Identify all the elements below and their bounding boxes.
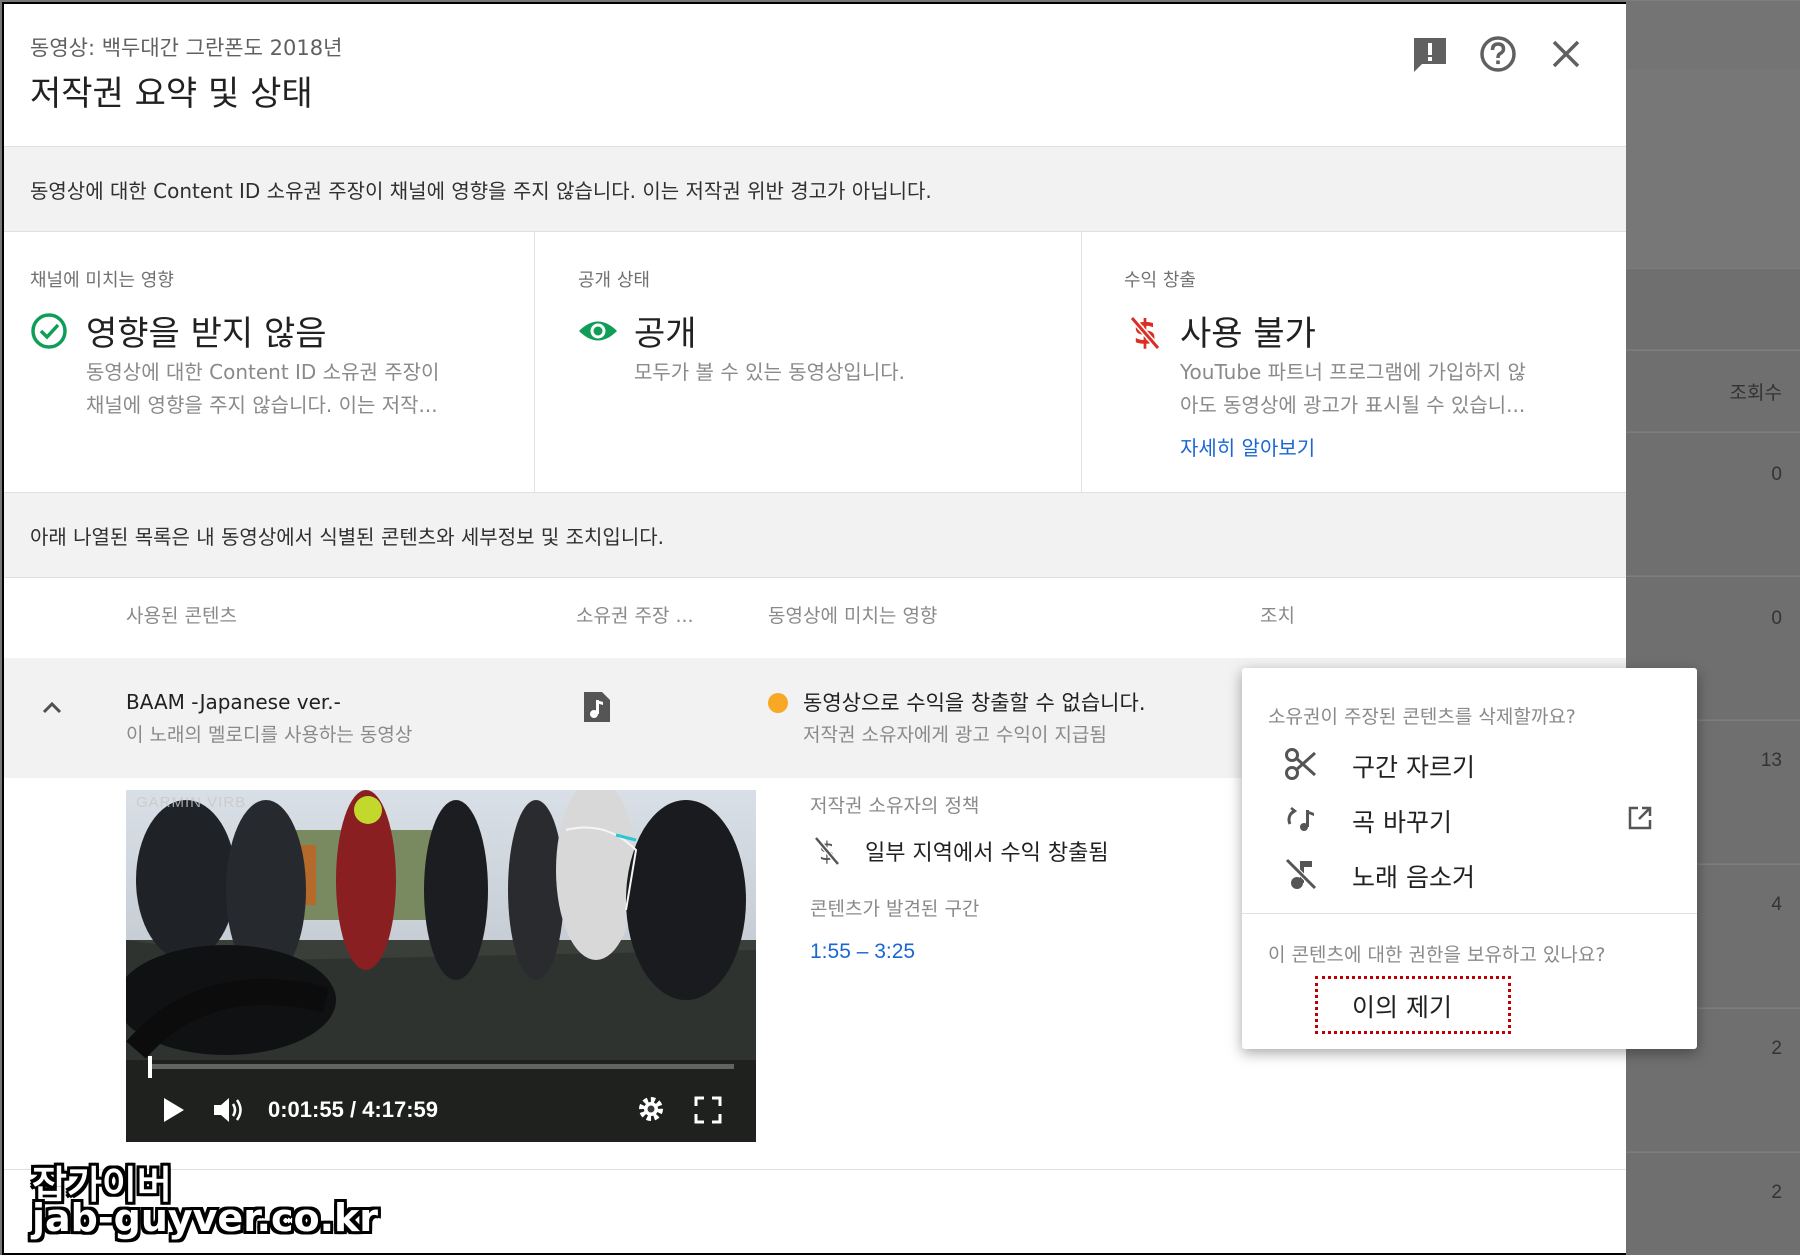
menu-item-label: 구간 자르기 [1352, 753, 1475, 782]
menu-item-mute-song[interactable]: 노래 음소거 [1242, 846, 1697, 900]
menu-item-label: 노래 음소거 [1352, 863, 1475, 892]
views-value: 13 [1760, 750, 1782, 771]
card-label: 공개 상태 [578, 270, 650, 291]
card-desc: 아도 동영상에 광고가 표시될 수 있습니... [1180, 393, 1526, 417]
visibility-card: 공개 상태 공개 모두가 볼 수 있는 동영상입니다. [535, 232, 1081, 492]
menu-item-trim[interactable]: 구간 자르기 [1242, 736, 1697, 790]
no-money-icon: $ [1128, 312, 1162, 353]
music-file-icon [582, 690, 612, 724]
dialog-title: 저작권 요약 및 상태 [30, 74, 313, 114]
play-icon[interactable] [162, 1096, 186, 1124]
views-value: 2 [1771, 1182, 1782, 1203]
card-desc: 채널에 영향을 주지 않습니다. 이는 저작... [86, 393, 438, 417]
list-intro-banner: 아래 나열된 목록은 내 동영상에서 식별된 콘텐츠와 세부정보 및 조치입니다… [4, 492, 1626, 578]
time-display: 0:01:55 / 4:17:59 [268, 1097, 438, 1122]
header-action: 조치 [1260, 605, 1295, 627]
video-watermark: GARMIN VIRB [136, 794, 247, 811]
menu-divider [1242, 913, 1697, 914]
views-value: 4 [1771, 894, 1782, 915]
settings-gear-icon[interactable] [636, 1094, 666, 1124]
open-external-icon [1627, 805, 1653, 831]
policy-value: 일부 지역에서 수익 창출됨 [865, 841, 1109, 866]
channel-impact-card: 채널에 미치는 영향 영향을 받지 않음 동영상에 대한 Content ID … [4, 232, 534, 492]
bg-row [1622, 432, 1800, 575]
views-value: 2 [1771, 1038, 1782, 1059]
bg-band [1622, 268, 1800, 349]
help-icon[interactable] [1478, 34, 1518, 74]
monetization-card: 수익 창출 $ 사용 불가 YouTube 파트너 프로그램에 가입하지 않 아… [1082, 232, 1626, 492]
card-title: 사용 불가 [1180, 314, 1316, 354]
card-label: 수익 창출 [1124, 270, 1196, 291]
menu-item-replace-song[interactable]: 곡 바꾸기 [1242, 791, 1697, 845]
card-desc: 동영상에 대한 Content ID 소유권 주장이 [86, 360, 440, 384]
dispute-button[interactable]: 이의 제기 [1315, 976, 1511, 1034]
found-range-label: 콘텐츠가 발견된 구간 [810, 898, 980, 920]
header-content: 사용된 콘텐츠 [126, 605, 237, 627]
action-menu: 소유권이 주장된 콘텐츠를 삭제할까요? 구간 자르기 곡 바꾸기 노래 음소거… [1242, 668, 1697, 1049]
content-subtitle: 이 노래의 멜로디를 사용하는 동영상 [126, 724, 413, 746]
bg-header [1622, 0, 1800, 69]
header-impact: 동영상에 미치는 영향 [768, 605, 938, 627]
copyright-dialog: 동영상: 백두대간 그란폰도 2018년 저작권 요약 및 상태 동영상에 대한… [2, 2, 1626, 1255]
found-range-link[interactable]: 1:55 – 3:25 [810, 940, 915, 964]
notice-text: 동영상에 대한 Content ID 소유권 주장이 채널에 영향을 주지 않습… [30, 179, 932, 203]
card-desc: 모두가 볼 수 있는 동영상입니다. [634, 360, 905, 384]
music-off-icon [1284, 857, 1318, 891]
close-icon[interactable] [1546, 34, 1586, 74]
status-dot [768, 693, 788, 713]
card-title: 공개 [634, 314, 697, 354]
views-value: 0 [1771, 608, 1782, 629]
learn-more-link[interactable]: 자세히 알아보기 [1180, 432, 1315, 461]
check-circle-icon [30, 312, 68, 350]
video-player[interactable]: GARMIN VIRB 0:01:55 / 4:17:59 [126, 790, 756, 1142]
video-frame [126, 790, 756, 1142]
partial-money-icon: $ [814, 834, 840, 867]
policy-label: 저작권 소유자의 정책 [810, 795, 980, 817]
menu-item-label: 곡 바꾸기 [1352, 808, 1452, 837]
feedback-icon[interactable] [1410, 34, 1450, 74]
chevron-up-icon[interactable] [38, 694, 66, 722]
volume-icon[interactable] [212, 1096, 246, 1124]
rights-question: 이 콘텐츠에 대한 권한을 보유하고 있나요? [1268, 944, 1606, 966]
content-title: BAAM -Japanese ver.- [126, 690, 341, 714]
eye-icon [577, 316, 619, 346]
fullscreen-icon[interactable] [694, 1096, 722, 1124]
header-claim: 소유권 주장 ... [576, 605, 694, 627]
delete-question: 소유권이 주장된 콘텐츠를 삭제할까요? [1268, 706, 1576, 728]
scissors-icon [1284, 747, 1318, 781]
notice-banner: 동영상에 대한 Content ID 소유권 주장이 채널에 영향을 주지 않습… [4, 146, 1626, 232]
impact-subtitle: 저작권 소유자에게 광고 수익이 지급됨 [803, 724, 1107, 746]
progress-bar[interactable] [148, 1056, 734, 1078]
blog-watermark-url: jab-guyver.co.kr [32, 1196, 379, 1240]
views-value: 0 [1771, 464, 1782, 485]
impact-title: 동영상으로 수익을 창출할 수 없습니다. [803, 691, 1146, 715]
list-intro-text: 아래 나열된 목록은 내 동영상에서 식별된 콘텐츠와 세부정보 및 조치입니다… [30, 525, 664, 549]
card-label: 채널에 미치는 영향 [30, 270, 174, 291]
divider [4, 1169, 1626, 1170]
video-subtitle: 동영상: 백두대간 그란폰도 2018년 [30, 36, 343, 60]
swap-music-icon [1284, 802, 1318, 836]
card-desc: YouTube 파트너 프로그램에 가입하지 않 [1180, 360, 1526, 384]
dispute-button-label: 이의 제기 [1352, 993, 1452, 1022]
views-column-header: 조회수 [1729, 383, 1782, 404]
progress-handle[interactable] [148, 1056, 152, 1078]
card-title: 영향을 받지 않음 [86, 314, 327, 354]
